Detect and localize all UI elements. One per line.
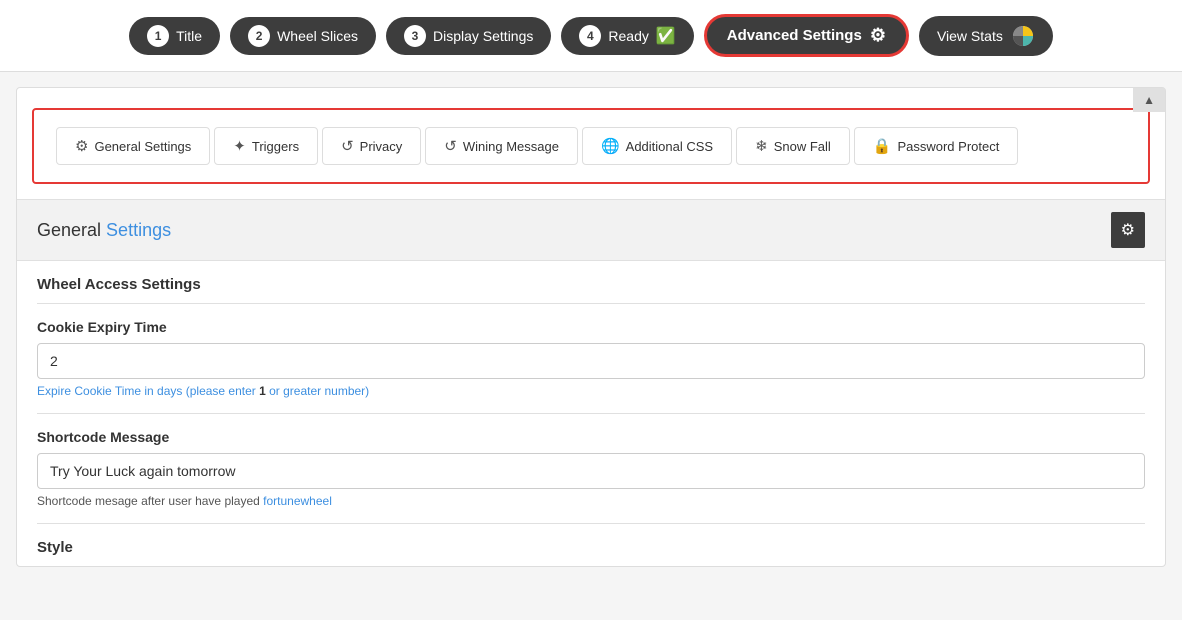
main-content: ▲ ⚙ General Settings ✦ Triggers ↺ Privac… bbox=[16, 87, 1166, 567]
tab-additional-css-label: Additional CSS bbox=[626, 139, 713, 154]
step-ready-label: Ready bbox=[608, 28, 648, 44]
shortcode-hint-prefix: Shortcode mesage after user have played bbox=[37, 494, 263, 508]
tab-password-protect[interactable]: 🔒 Password Protect bbox=[854, 127, 1019, 165]
step-ready-btn[interactable]: 4 Ready ✅ bbox=[561, 17, 693, 55]
tab-triggers[interactable]: ✦ Triggers bbox=[214, 127, 318, 165]
cookie-hint-suffix: or greater number) bbox=[266, 384, 369, 398]
shortcode-hint-link: fortunewheel bbox=[263, 494, 332, 508]
shortcode-group: Shortcode Message Shortcode mesage after… bbox=[37, 414, 1145, 524]
snow-fall-icon: ❄ bbox=[755, 137, 768, 155]
wining-message-icon: ↺ bbox=[444, 137, 457, 155]
section-title-suffix: Settings bbox=[101, 220, 171, 240]
cookie-hint-prefix: Expire Cookie Time in days (please enter bbox=[37, 384, 259, 398]
step-num-3: 3 bbox=[404, 25, 426, 47]
pie-chart-icon bbox=[1011, 24, 1035, 48]
step-title-btn[interactable]: 1 Title bbox=[129, 17, 220, 55]
section-gear-btn[interactable]: ⚙ bbox=[1111, 212, 1145, 248]
tab-privacy[interactable]: ↺ Privacy bbox=[322, 127, 421, 165]
tab-general-settings-label: General Settings bbox=[94, 139, 191, 154]
tab-snow-fall-label: Snow Fall bbox=[774, 139, 831, 154]
general-settings-icon: ⚙ bbox=[75, 137, 88, 155]
cookie-hint: Expire Cookie Time in days (please enter… bbox=[37, 384, 1145, 398]
cookie-expiry-group: Cookie Expiry Time Expire Cookie Time in… bbox=[37, 304, 1145, 414]
tab-password-protect-label: Password Protect bbox=[897, 139, 999, 154]
tab-snow-fall[interactable]: ❄ Snow Fall bbox=[736, 127, 850, 165]
cookie-label: Cookie Expiry Time bbox=[37, 319, 1145, 335]
additional-css-icon: 🌐 bbox=[601, 137, 620, 155]
view-stats-label: View Stats bbox=[937, 28, 1003, 44]
advanced-settings-gear-icon: ⚙ bbox=[870, 25, 886, 46]
section-title: General Settings bbox=[37, 220, 171, 241]
form-content: Wheel Access Settings Cookie Expiry Time… bbox=[17, 261, 1165, 566]
shortcode-label: Shortcode Message bbox=[37, 429, 1145, 445]
privacy-icon: ↺ bbox=[341, 137, 354, 155]
tab-wining-message[interactable]: ↺ Wining Message bbox=[425, 127, 578, 165]
ready-check-icon: ✅ bbox=[656, 26, 676, 46]
step-num-2: 2 bbox=[248, 25, 270, 47]
section-heading: General Settings ⚙ bbox=[17, 199, 1165, 261]
view-stats-btn[interactable]: View Stats bbox=[919, 16, 1053, 56]
shortcode-hint: Shortcode mesage after user have played … bbox=[37, 494, 1145, 508]
step-num-4: 4 bbox=[579, 25, 601, 47]
tab-privacy-label: Privacy bbox=[360, 139, 403, 154]
triggers-icon: ✦ bbox=[233, 137, 246, 155]
advanced-settings-btn[interactable]: Advanced Settings ⚙ bbox=[704, 14, 909, 57]
step-display-settings-btn[interactable]: 3 Display Settings bbox=[386, 17, 551, 55]
tab-nav: ⚙ General Settings ✦ Triggers ↺ Privacy … bbox=[32, 108, 1150, 184]
tab-wining-message-label: Wining Message bbox=[463, 139, 559, 154]
advanced-settings-label: Advanced Settings bbox=[727, 27, 862, 44]
step-display-settings-label: Display Settings bbox=[433, 28, 533, 44]
top-nav: 1 Title 2 Wheel Slices 3 Display Setting… bbox=[0, 0, 1182, 72]
step-num-1: 1 bbox=[147, 25, 169, 47]
tab-triggers-label: Triggers bbox=[252, 139, 299, 154]
step-wheel-slices-btn[interactable]: 2 Wheel Slices bbox=[230, 17, 376, 55]
cookie-input[interactable] bbox=[37, 343, 1145, 379]
password-protect-icon: 🔒 bbox=[873, 137, 892, 155]
section-title-prefix: General bbox=[37, 220, 101, 240]
wheel-access-title: Wheel Access Settings bbox=[37, 261, 1145, 304]
tab-additional-css[interactable]: 🌐 Additional CSS bbox=[582, 127, 732, 165]
style-title: Style bbox=[37, 524, 1145, 566]
shortcode-input[interactable] bbox=[37, 453, 1145, 489]
collapse-btn[interactable]: ▲ bbox=[1133, 88, 1165, 112]
tab-general-settings[interactable]: ⚙ General Settings bbox=[56, 127, 210, 165]
step-wheel-slices-label: Wheel Slices bbox=[277, 28, 358, 44]
step-title-label: Title bbox=[176, 28, 202, 44]
cookie-hint-num: 1 bbox=[259, 384, 266, 398]
